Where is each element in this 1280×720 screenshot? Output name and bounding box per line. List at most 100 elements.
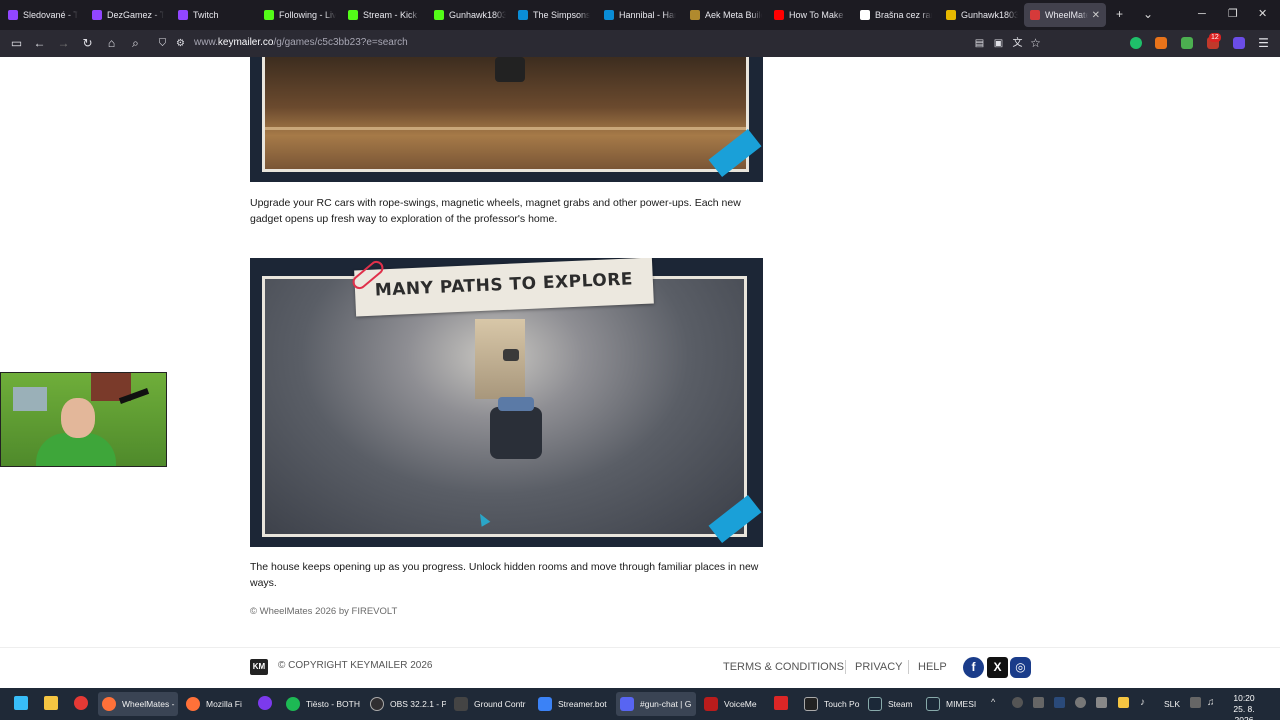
terms-link[interactable]: TERMS & CONDITIONS [723,661,844,673]
tray-expand-icon[interactable]: ^ [991,697,1002,708]
translate-icon[interactable]: 文 [1010,36,1025,51]
description-paragraph-1: Upgrade your RC cars with rope-swings, m… [250,197,741,225]
tray-app-icon[interactable] [1118,697,1129,708]
tray-app-icon[interactable] [1096,697,1107,708]
keymailer-logo[interactable]: KM [250,659,268,675]
taskbar-app-ground-control[interactable]: Ground Contr [450,692,530,716]
tab-10[interactable]: How To Make F [768,3,852,27]
tray-app-icon[interactable] [1075,697,1086,708]
game-screenshot-2[interactable]: MANY PATHS TO EXPLORE [250,258,763,547]
home-icon[interactable]: ⌂ [104,36,119,51]
rc-car-shape [495,57,525,82]
spotify-icon [286,697,300,711]
webcam-overlay [0,372,167,467]
close-window-icon[interactable]: ✕ [1258,7,1267,21]
system-clock[interactable]: 10:20 25. 8. 2026 [1228,693,1260,720]
tab-9[interactable]: Aek Meta Builds [684,3,768,27]
kick-icon [348,10,358,20]
streamer-face-shape [61,398,95,438]
help-link[interactable]: HELP [918,661,947,673]
tray-app-icon[interactable] [1033,697,1044,708]
extensions-puzzle-icon[interactable] [1181,37,1193,49]
wall-poster-shape [13,387,47,411]
url-domain: keymailer.co [217,37,274,48]
reader-view-icon[interactable]: ▤ [972,36,987,51]
volume-icon[interactable]: ♫ [1207,697,1218,708]
menu-icon[interactable]: ☰ [1256,36,1271,51]
taskbar-app-discord[interactable]: #gun-chat | G [616,692,696,716]
tab-4[interactable]: Following - Live [258,3,342,27]
maximize-icon[interactable]: ❐ [1228,7,1238,21]
firefox-icon [102,697,116,711]
windows-start-icon[interactable] [14,696,28,710]
new-tab-button[interactable]: + [1116,7,1123,21]
permissions-icon[interactable]: ⚙ [173,36,188,51]
instagram-icon[interactable]: ◎ [1010,657,1031,678]
x-twitter-icon[interactable]: X [987,657,1008,678]
windows-taskbar: WheelMates - Mozilla Fi Tiësto - BOTH OB… [0,688,1280,720]
address-bar[interactable]: www.keymailer.co/g/games/c5c3bb23?e=sear… [194,37,408,48]
reload-icon[interactable]: ↻ [80,36,95,51]
tab-7[interactable]: The Simpsons - [512,3,596,27]
video-site-icon [604,10,614,20]
tab-8[interactable]: Hannibal - Hanr [598,3,682,27]
taskbar-app-wheelmates[interactable]: WheelMates - [98,692,178,716]
minimize-icon[interactable]: ─ [1198,7,1206,21]
app-red-icon[interactable] [774,696,788,710]
file-explorer-icon[interactable] [44,696,58,710]
taskbar-app-touch-portal[interactable]: Touch Po [800,692,862,716]
forward-icon[interactable]: → [56,36,71,51]
floor-edge-shape [265,127,746,130]
twitch-icon [92,10,102,20]
tab-2[interactable]: DezGamez - Tw [86,3,170,27]
steam-icon [926,697,940,711]
tab-3[interactable]: Twitch [172,3,256,27]
extension-purple-icon[interactable] [1233,37,1245,49]
tray-app-icon[interactable] [1012,697,1023,708]
game-copyright: © WheelMates 2026 by FIREVOLT [250,606,398,617]
page-content: Upgrade your RC cars with rope-swings, m… [0,57,1280,688]
tab-1[interactable]: Sledované - Twi [2,3,84,27]
taskbar-app-spotify[interactable]: Tiësto - BOTH [282,692,362,716]
tab-5[interactable]: Stream - Kick D [342,3,426,27]
facebook-icon[interactable]: f [963,657,984,678]
extension-badge: 12 [1209,33,1221,42]
back-icon[interactable]: ← [32,36,47,51]
touch-portal-icon [804,697,818,711]
taskbar-app-streamerbot[interactable]: Streamer.bot [534,692,614,716]
tab-6[interactable]: Gunhawk1803 S [428,3,512,27]
url-path: /g/games/c5c3bb23?e=search [273,37,408,48]
description-paragraph-2: The house keeps opening up as you progre… [250,561,759,589]
taskbar-app-mimesi[interactable]: MIMESI [922,692,980,716]
bookmark-star-icon[interactable]: ☆ [1028,36,1043,51]
firefox-icon [186,697,200,711]
search-icon[interactable]: ⌕ [128,36,143,51]
tab-list-button[interactable]: ⌄ [1143,7,1153,21]
app-purple-icon[interactable] [258,696,272,710]
shield-icon[interactable]: ⛉ [155,36,170,51]
tab-active-wheelmates[interactable]: WheelMates✕ [1024,3,1106,27]
taskbar-app-steam[interactable]: Steam [864,692,920,716]
discord-icon [620,697,634,711]
chrome-icon[interactable] [74,696,88,710]
taskbar-app-voicemeeter[interactable]: VoiceMe [700,692,766,716]
tab-12[interactable]: Gunhawk1803's [940,3,1024,27]
microphone-icon[interactable]: ♪ [1140,697,1151,708]
close-tab-icon[interactable]: ✕ [1092,10,1100,21]
clock-time: 10:20 [1233,693,1255,703]
sidebar-icon[interactable]: ▭ [9,36,24,51]
browser-tab-strip: Sledované - Twi DezGamez - Tw Twitch Fol… [0,0,1280,30]
tab-11[interactable]: Brašna cez rame [854,3,938,27]
game-screenshot-1[interactable] [250,57,763,182]
taskbar-app-firefox[interactable]: Mozilla Fi [182,692,248,716]
tray-steam-icon[interactable] [1054,697,1065,708]
screenshot-icon[interactable]: ▣ [991,36,1006,51]
language-indicator[interactable]: SLK [1164,699,1180,709]
privacy-link[interactable]: PRIVACY [855,661,902,673]
shop-icon [860,10,870,20]
network-icon[interactable] [1190,697,1201,708]
extension-orange-icon[interactable] [1155,37,1167,49]
taskbar-app-obs[interactable]: OBS 32.2.1 - P [366,692,446,716]
video-site-icon [518,10,528,20]
extension-green-icon[interactable] [1130,37,1142,49]
